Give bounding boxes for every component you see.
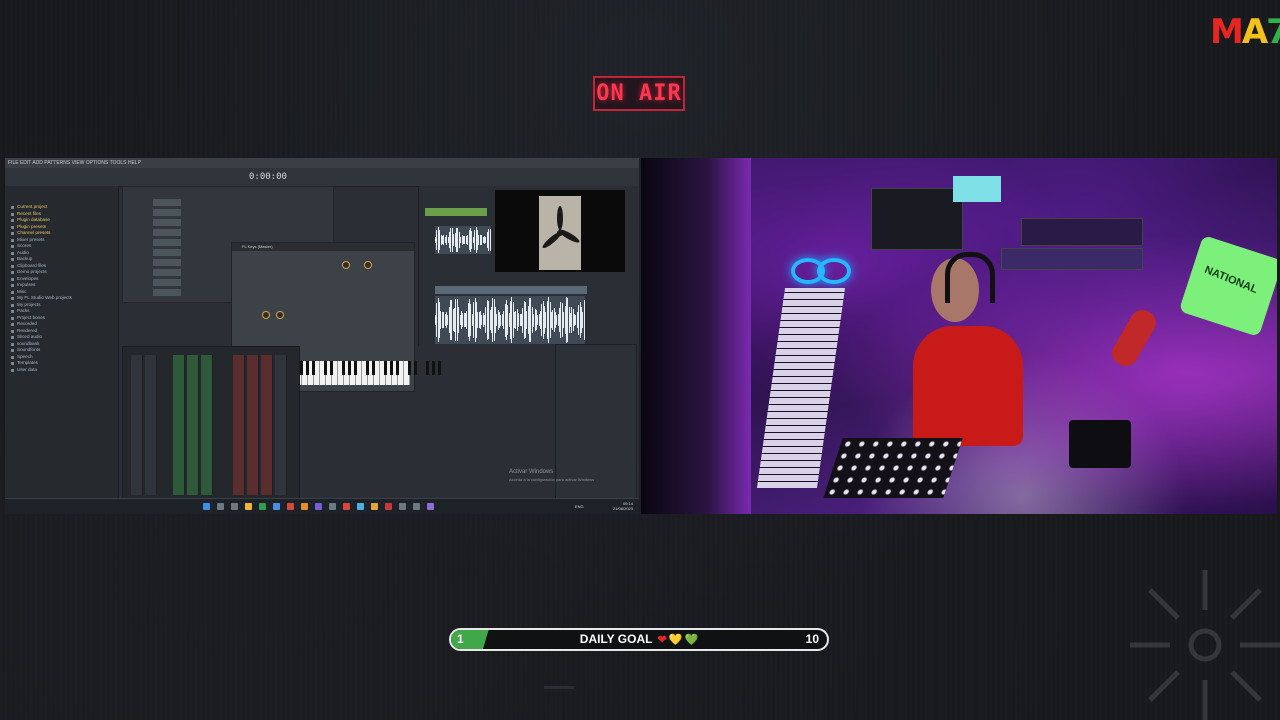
- app-icon[interactable]: [413, 503, 420, 510]
- activate-windows-watermark: Activar Windows Acceda a la configuració…: [509, 468, 594, 484]
- rack-channel[interactable]: [153, 239, 181, 246]
- headphones: [945, 252, 995, 303]
- logo-letter-m: M: [1210, 12, 1244, 52]
- daily-goal-bar: 1 DAILY GOAL ❤ 💛 💚 10: [449, 628, 829, 651]
- keyboard-synth: [1001, 248, 1143, 270]
- mixer-strip[interactable]: [233, 355, 245, 495]
- studio-piano: [756, 288, 846, 488]
- folder-icon[interactable]: [245, 503, 252, 510]
- hanging-tshirt: [1178, 234, 1277, 338]
- webcam-feed: NATIONAL: [641, 158, 1277, 514]
- app-icon[interactable]: [343, 503, 350, 510]
- app-icon[interactable]: [399, 503, 406, 510]
- daw-menubar[interactable]: FILE EDIT ADD PATTERNS VIEW OPTIONS TOOL…: [5, 158, 639, 168]
- fan-image: [539, 196, 581, 270]
- synth-rack: [871, 188, 963, 250]
- waveform-clip[interactable]: [435, 296, 585, 344]
- mixer-strip[interactable]: [275, 355, 287, 495]
- app-icon[interactable]: [287, 503, 294, 510]
- on-air-sign: ON AIR: [593, 76, 685, 111]
- channel-logo: MA7: [1210, 12, 1280, 52]
- mixer-strip[interactable]: [145, 355, 157, 495]
- waveform-clip[interactable]: [435, 226, 491, 254]
- keyboard-synth: [1021, 218, 1143, 246]
- daw-toolbar: 0:00:00: [5, 168, 639, 187]
- app-icon[interactable]: [371, 503, 378, 510]
- task-view-icon[interactable]: [231, 503, 238, 510]
- green-heart-icon: 💚: [684, 634, 699, 646]
- playlist-clip[interactable]: [425, 208, 487, 216]
- rack-channel[interactable]: [153, 259, 181, 266]
- red-heart-icon: ❤: [657, 634, 667, 646]
- rack-channel[interactable]: [153, 249, 181, 256]
- mixer-strip[interactable]: [187, 355, 199, 495]
- mixer-panel: [122, 346, 300, 500]
- plugin-knob[interactable]: [262, 311, 270, 319]
- app-icon[interactable]: [315, 503, 322, 510]
- mixer-strip[interactable]: [247, 355, 259, 495]
- search-icon[interactable]: [217, 503, 224, 510]
- playlist-clip[interactable]: [435, 286, 587, 294]
- guitar: [1107, 305, 1161, 371]
- decorative-gear-icon: [1130, 570, 1280, 720]
- drum-pad-controller: [823, 438, 963, 498]
- yellow-heart-icon: 💛: [668, 634, 683, 646]
- plugin-knob[interactable]: [342, 261, 350, 269]
- app-icon[interactable]: [329, 503, 336, 510]
- clock-date: 21/08/2023: [612, 506, 633, 511]
- mixer-strip[interactable]: [173, 355, 185, 495]
- mixer-strip[interactable]: [131, 355, 143, 495]
- app-icon[interactable]: [357, 503, 364, 510]
- rack-channel[interactable]: [153, 229, 181, 236]
- goal-label: DAILY GOAL ❤ 💛 💚: [451, 630, 827, 649]
- browser-item[interactable]: User data: [5, 367, 118, 374]
- rack-channel[interactable]: [153, 199, 181, 206]
- decorative-dash: [544, 686, 574, 689]
- plugin-knob[interactable]: [364, 261, 372, 269]
- daw-browser-panel: Current project Recent files Plugin databa…: [5, 186, 119, 498]
- rack-channel[interactable]: [153, 209, 181, 216]
- activate-title: Activar Windows: [509, 469, 554, 475]
- daw-screen-capture: FILE EDIT ADD PATTERNS VIEW OPTIONS TOOL…: [5, 158, 639, 514]
- taskbar-clock[interactable]: 09:14 21/08/2023: [613, 501, 633, 511]
- mixer-strip[interactable]: [261, 355, 273, 495]
- rack-channel[interactable]: [153, 289, 181, 296]
- rack-channel[interactable]: [153, 279, 181, 286]
- person-red-shirt: [913, 326, 1023, 446]
- plugin-knob[interactable]: [276, 311, 284, 319]
- app-icon[interactable]: [259, 503, 266, 510]
- logo-letter-a: A: [1241, 12, 1268, 52]
- logo-letter-7: 7: [1266, 12, 1280, 52]
- app-icon[interactable]: [427, 503, 434, 510]
- video-thumbnail: [495, 190, 625, 272]
- daw-time-display: 0:00:00: [249, 172, 287, 182]
- studio-speaker: [1069, 420, 1131, 468]
- studio-cabinet: [641, 158, 751, 514]
- keyboard-language[interactable]: ENG: [575, 504, 584, 509]
- neon-ring: [817, 258, 851, 284]
- app-icon[interactable]: [385, 503, 392, 510]
- goal-target: 10: [805, 632, 819, 646]
- windows-start-icon[interactable]: [203, 503, 210, 510]
- fl-studio-icon[interactable]: [301, 503, 308, 510]
- rack-channel[interactable]: [153, 219, 181, 226]
- plugin-title: FL Keys (Master): [232, 243, 414, 251]
- rack-display: [953, 176, 1001, 202]
- goal-title: DAILY GOAL: [579, 632, 653, 646]
- mixer-strip[interactable]: [201, 355, 213, 495]
- rack-channel[interactable]: [153, 269, 181, 276]
- browser-icon[interactable]: [273, 503, 280, 510]
- activate-subtitle: Acceda a la configuración para activar W…: [509, 477, 595, 482]
- windows-taskbar: ENG 09:14 21/08/2023: [5, 498, 639, 514]
